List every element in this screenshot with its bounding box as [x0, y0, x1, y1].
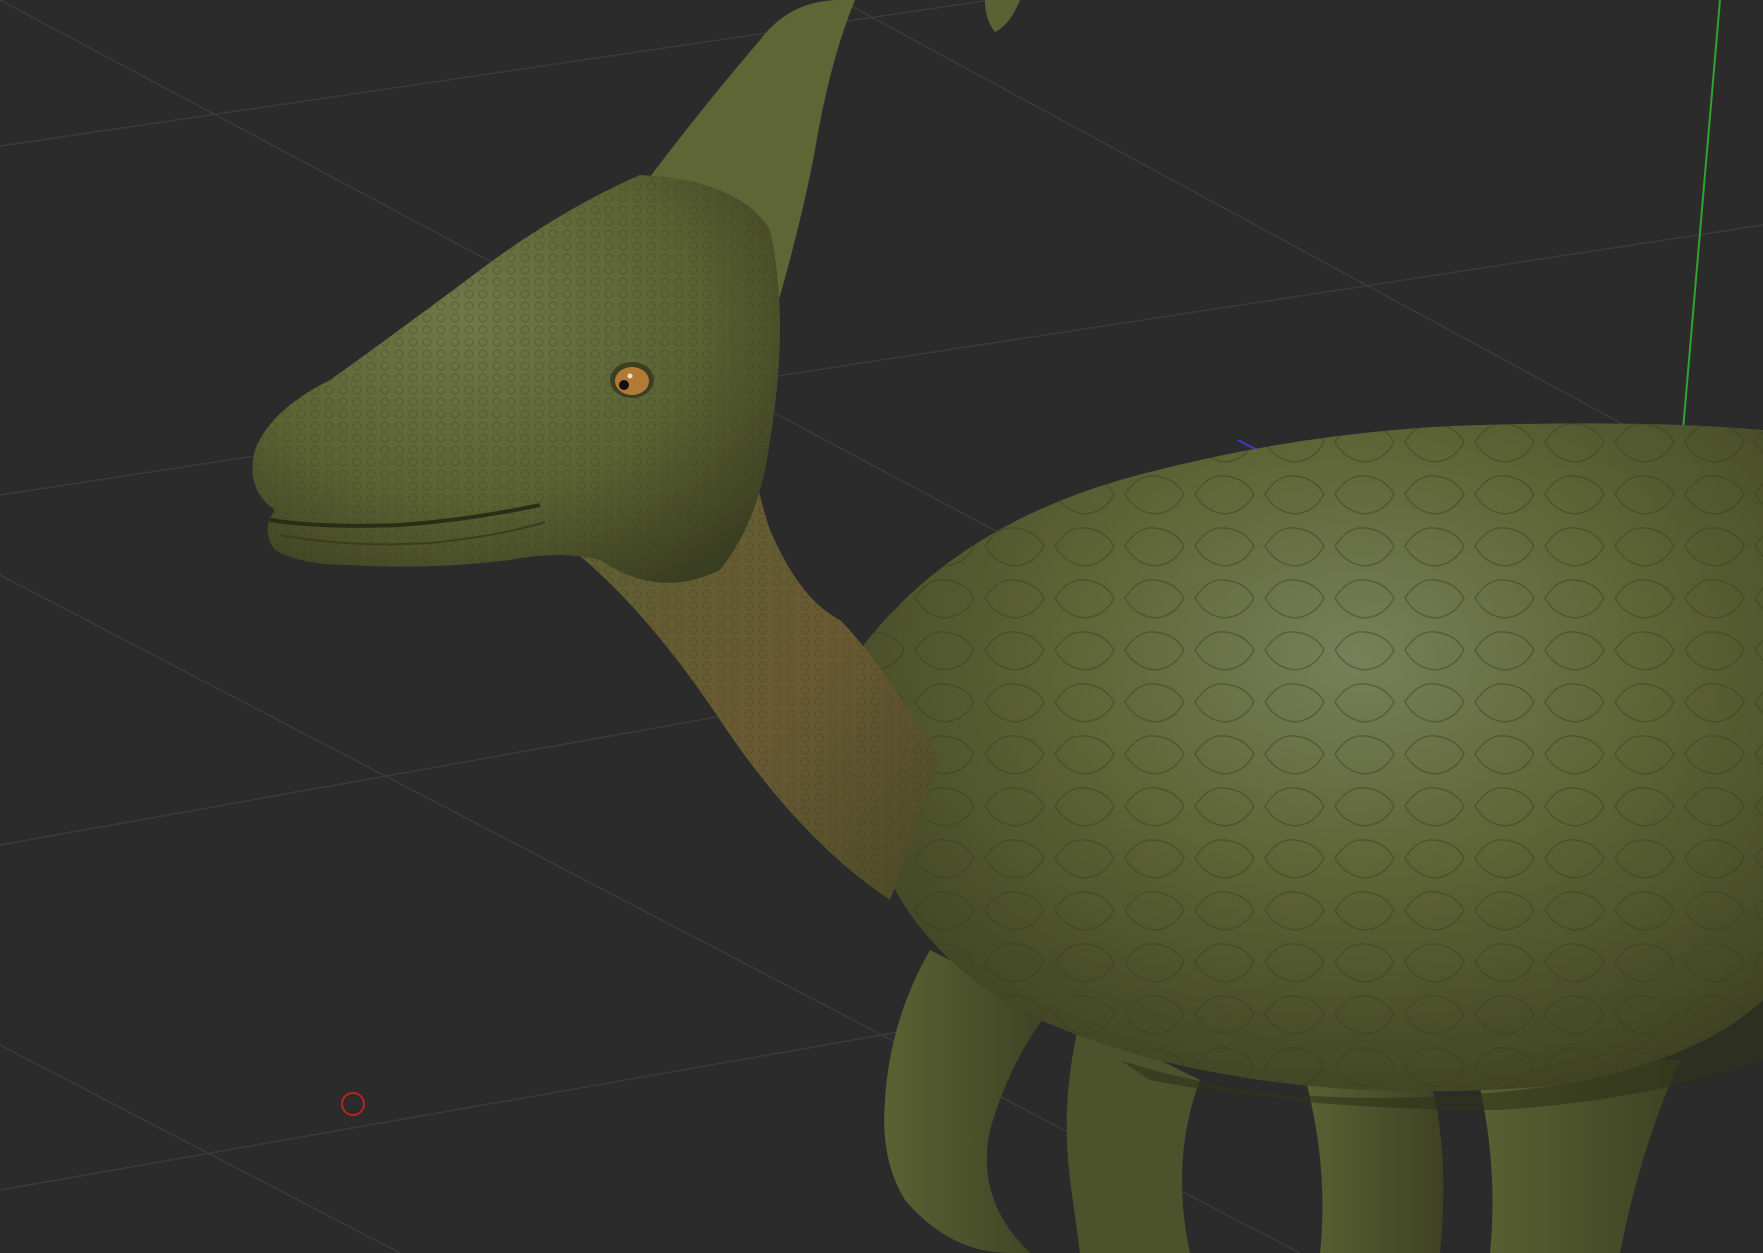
viewport-canvas[interactable] — [0, 0, 1763, 1253]
3d-viewport[interactable] — [0, 0, 1763, 1253]
eye-icon — [610, 362, 654, 398]
origin-marker-icon[interactable] — [341, 1092, 365, 1116]
y-axis-line — [1682, 0, 1721, 431]
dinosaur-model[interactable] — [252, 0, 1763, 1253]
